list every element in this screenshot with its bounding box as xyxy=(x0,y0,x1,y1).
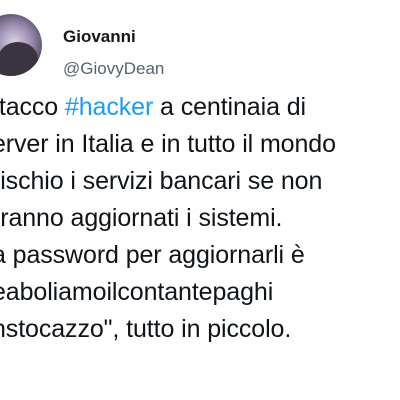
author-handle[interactable]: @GiovyDean xyxy=(63,59,164,79)
hashtag-link[interactable]: #hacker xyxy=(65,93,153,121)
tweet-body: ttacco #hacker a centinaia di erver in I… xyxy=(0,89,400,348)
tweet-line-7: nstocazzo", tutto in piccolo. xyxy=(0,315,292,343)
tweet-line-5: a password per aggiornarli è xyxy=(0,241,305,269)
author-display-name[interactable]: Giovanni xyxy=(63,27,136,47)
avatar[interactable] xyxy=(0,14,42,76)
tweet-text-segment: ttacco xyxy=(0,93,59,121)
tweet-line-6: eaboliamoilcontantepaghi xyxy=(0,278,274,306)
tweet-line-1: ttacco #hacker a centinaia di xyxy=(0,89,400,126)
tweet-line-2: erver in Italia e in tutto il mondo xyxy=(0,130,336,158)
tweet-line-4: rranno aggiornati i sistemi. xyxy=(0,204,283,232)
tweet-line-3: rischio i servizi bancari se non xyxy=(0,167,323,195)
tweet-card: Giovanni @GiovyDean ttacco #hacker a cen… xyxy=(0,0,400,400)
tweet-text-segment: a centinaia di xyxy=(153,93,306,121)
